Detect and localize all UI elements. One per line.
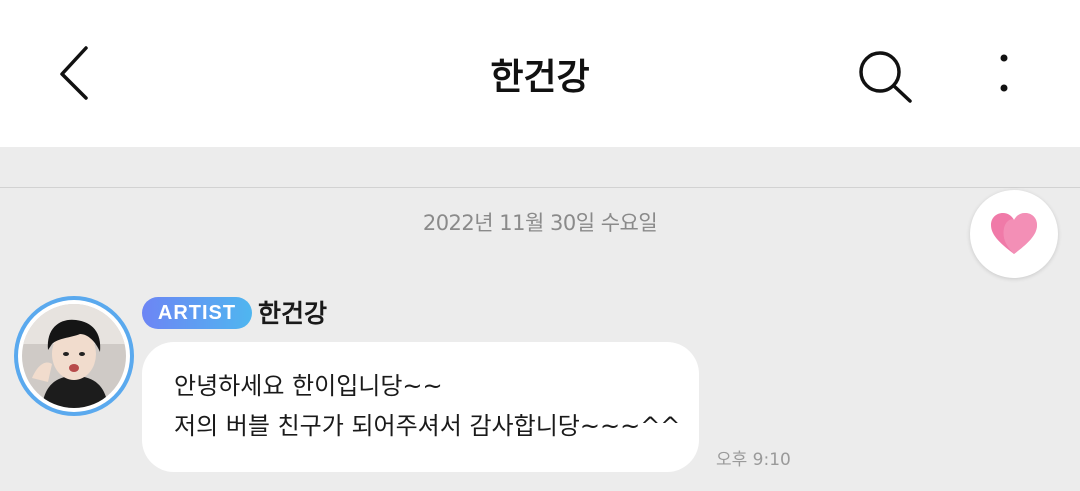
back-button[interactable] (50, 40, 110, 108)
avatar-photo (22, 304, 126, 408)
chat-title: 한건강 (490, 57, 590, 98)
message-time: 오후 9:10 (716, 450, 791, 470)
sender-avatar[interactable] (14, 296, 134, 416)
date-separator: 2022년 11월 30일 수요일 (422, 211, 658, 235)
heart-icon (991, 213, 1037, 254)
message-bubble[interactable]: 안녕하세요 한이입니당~~ 저의 버블 친구가 되어주셔서 감사합니당~~~^^ (142, 342, 699, 472)
back-chevron-icon (60, 46, 88, 100)
message-line: 저의 버블 친구가 되어주셔서 감사합니당~~~^^ (174, 412, 681, 440)
header-divider (0, 187, 1080, 188)
artist-badge: ARTIST (142, 297, 252, 329)
search-icon (859, 51, 912, 103)
more-options-button[interactable] (984, 44, 1024, 104)
heart-button[interactable] (970, 190, 1058, 278)
search-button[interactable] (852, 44, 918, 110)
chat-header: 한건강 (0, 0, 1080, 147)
message-line: 안녕하세요 한이입니당~~ (174, 372, 443, 400)
more-vertical-icon (1000, 54, 1008, 92)
sender-name: 한건강 (258, 299, 328, 328)
